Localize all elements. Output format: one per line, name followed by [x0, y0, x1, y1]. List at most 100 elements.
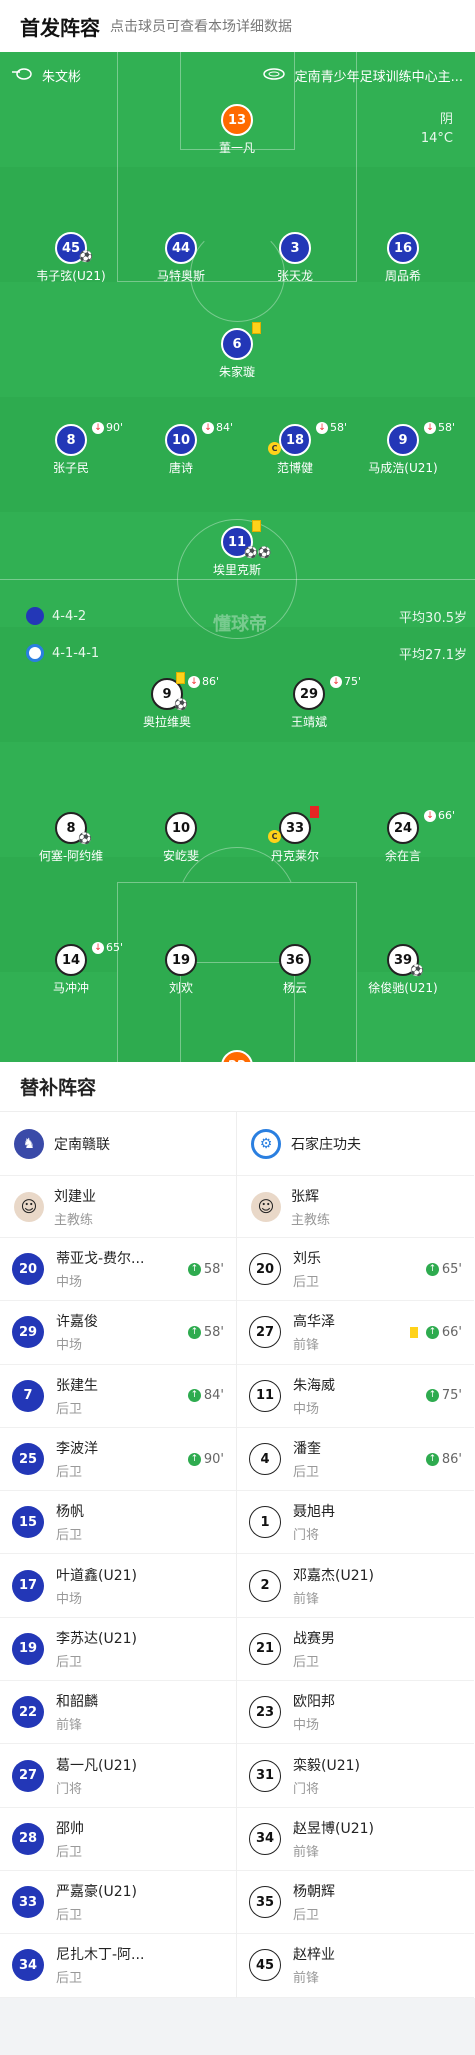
coach-row[interactable]: ☺ 刘建业 主教练 — [0, 1176, 236, 1238]
player-position: 前锋 — [293, 1338, 320, 1354]
stadium-icon — [262, 67, 285, 84]
player-name: 战赛男 — [293, 1630, 335, 1647]
player-home-9[interactable]: 9 ⚽ ↓ 86' 奥拉维奥 — [112, 672, 222, 730]
home-team-logo — [26, 644, 44, 662]
player-number: 10 — [165, 424, 197, 456]
player-name: 安屹斐 — [162, 849, 199, 863]
player-home-14[interactable]: 14 ↓ 65' 马冲冲 — [16, 941, 126, 996]
yellow-card-icon — [409, 1326, 418, 1338]
player-home-36[interactable]: 36 杨云 — [240, 944, 350, 996]
sub-out-icon: ↓ — [424, 421, 436, 434]
sub-out-minute: ↓ 75' — [330, 675, 361, 688]
bench-player-row[interactable]: 17 叶道鑫(U21) 中场 — [0, 1554, 236, 1618]
bench-player-row[interactable]: 21 战赛男 后卫 — [237, 1618, 474, 1682]
player-name: 聂旭冉 — [293, 1504, 335, 1521]
player-away-16[interactable]: 16 周品希 — [348, 232, 458, 284]
bench-player-row[interactable]: 15 杨帆 后卫 — [0, 1491, 236, 1555]
player-number: 22 — [12, 1696, 44, 1729]
bench-player-row[interactable]: 20 刘乐 后卫 ↑ 65' — [237, 1238, 474, 1302]
player-position: 后卫 — [56, 1971, 83, 1987]
sub-out-icon: ↓ — [202, 421, 214, 434]
player-away-3[interactable]: 3 张天龙 — [240, 232, 350, 284]
bench-player-row[interactable]: 28 邵帅 后卫 — [0, 1808, 236, 1871]
sub-out-minute: ↓ 86' — [188, 675, 219, 688]
player-home-29[interactable]: 29 ↓ 75' 王靖斌 — [254, 675, 364, 730]
bench-player-row[interactable]: 20 蒂亚戈-费尔... 中场 ↑ 58' — [0, 1238, 236, 1302]
player-away-10[interactable]: 10 ↓ 84' 唐诗 — [126, 421, 236, 476]
bench-title: 替补阵容 — [0, 1062, 475, 1112]
bench-player-row[interactable]: 25 李波洋 后卫 ↑ 90' — [0, 1428, 236, 1492]
bench-player-row[interactable]: 4 潘奎 后卫 ↑ 86' — [237, 1428, 474, 1492]
player-number: 22 — [221, 1050, 253, 1062]
bench-player-row[interactable]: 2 邓嘉杰(U21) 前锋 — [237, 1554, 474, 1618]
bench-player-row[interactable]: 22 和韶麟 前锋 — [0, 1681, 236, 1745]
player-home-39[interactable]: 39 ⚽ 徐俊驰(U21) — [348, 944, 458, 996]
bench-player-row[interactable]: 19 李苏达(U21) 后卫 — [0, 1618, 236, 1682]
player-away-44[interactable]: 44 马特奥斯 — [126, 232, 236, 284]
player-number: 21 — [249, 1632, 281, 1665]
bench-player-row[interactable]: 29 许嘉俊 中场 ↑ 58' — [0, 1301, 236, 1365]
bench-team-header[interactable]: ⚙ 石家庄功夫 — [237, 1112, 474, 1176]
player-away-9[interactable]: 9 ↓ 58' 马成浩(U21) — [348, 421, 458, 476]
lineup-subtitle: 点击球员可查看本场详细数据 — [110, 19, 292, 35]
team-name: 石家庄功夫 — [291, 1136, 361, 1153]
player-name: 范博健 — [276, 461, 313, 475]
player-away-11[interactable]: 11 ⚽⚽ 埃里克斯 — [182, 520, 292, 578]
player-name: 叶道鑫(U21) — [56, 1567, 137, 1584]
team-logo-icon: ⚙ — [251, 1128, 281, 1159]
bench-player-row[interactable]: 11 朱海威 中场 ↑ 75' — [237, 1365, 474, 1428]
red-card-icon — [310, 806, 319, 818]
captain-icon: C — [268, 442, 281, 455]
bench-section: 替补阵容 ♞ 定南赣联 ☺ 刘建业 主教练 20 蒂亚戈-费尔... 中场 ↑ 58' 2… — [0, 1062, 475, 1998]
player-home-22[interactable]: 22 林翔 — [182, 1050, 292, 1062]
player-away-18[interactable]: 18 C ↓ 58' 范博健 — [240, 421, 350, 476]
player-home-24[interactable]: 24 ↓ 66' 余在言 — [348, 809, 458, 864]
player-home-19[interactable]: 19 刘欢 — [126, 944, 236, 996]
bench-player-row[interactable]: 23 欧阳邦 中场 — [237, 1681, 474, 1745]
player-number: 19 — [165, 944, 197, 976]
bench-player-row[interactable]: 33 严嘉豪(U21) 后卫 — [0, 1871, 236, 1935]
sub-out-icon: ↓ — [92, 421, 104, 434]
player-home-33[interactable]: 33 C 丹克莱尔 — [240, 806, 350, 864]
bench-player-row[interactable]: 31 栾毅(U21) 门将 — [237, 1744, 474, 1808]
bench-player-row[interactable]: 27 葛一凡(U21) 门将 — [0, 1744, 236, 1808]
player-number: 33 — [279, 812, 311, 844]
player-name: 蒂亚戈-费尔... — [56, 1251, 145, 1268]
bench-player-row[interactable]: 35 杨朝辉 后卫 — [237, 1871, 474, 1935]
sub-in-minute: ↑ 90' — [187, 1452, 224, 1467]
player-away-13[interactable]: 13 董一凡 — [182, 104, 292, 156]
player-away-45[interactable]: 45 ⚽ 韦子弦(U21) — [16, 232, 126, 284]
away-avg-age: 平均30.5岁 — [399, 611, 467, 626]
captain-icon: C — [268, 830, 281, 843]
bench-team-header[interactable]: ♞ 定南赣联 — [0, 1112, 236, 1176]
player-home-8[interactable]: 8 ⚽ 何塞-阿约维 — [16, 812, 126, 864]
player-name: 刘欢 — [168, 981, 193, 995]
player-away-6[interactable]: 6 朱家璇 — [182, 322, 292, 380]
bench-player-row[interactable]: 7 张建生 后卫 ↑ 84' — [0, 1365, 236, 1428]
venue-name: 定南青少年足球训练中心主... — [294, 70, 463, 85]
sub-in-minute: ↑ 84' — [187, 1388, 224, 1403]
bench-player-row[interactable]: 1 聂旭冉 门将 — [237, 1491, 474, 1555]
player-home-10[interactable]: 10 安屹斐 — [126, 812, 236, 864]
coach-name: 张辉 — [291, 1188, 319, 1205]
yellow-card-icon — [252, 322, 261, 334]
bench-player-row[interactable]: 34 赵昱博(U21) 前锋 — [237, 1808, 474, 1871]
sub-out-icon: ↓ — [424, 809, 436, 822]
player-number: 9 — [387, 424, 419, 456]
player-position: 后卫 — [56, 1528, 83, 1544]
player-position: 门将 — [293, 1781, 320, 1797]
bench-player-row[interactable]: 34 尼扎木丁-阿... 后卫 — [0, 1934, 236, 1998]
sub-out-icon: ↓ — [188, 675, 200, 688]
ball-icon: ⚽ — [78, 832, 92, 845]
player-number: 35 — [249, 1886, 281, 1919]
bench-player-row[interactable]: 27 高华泽 前锋 ↑ 66' — [237, 1301, 474, 1365]
coach-row[interactable]: ☺ 张辉 主教练 — [237, 1176, 474, 1238]
player-position: 后卫 — [56, 1654, 83, 1670]
bench-player-row[interactable]: 45 赵梓业 前锋 — [237, 1934, 474, 1998]
player-number: 20 — [249, 1253, 281, 1286]
pitch-brand-watermark: 懂球帝 — [213, 614, 267, 635]
sub-in-minute: ↑ 75' — [425, 1388, 462, 1403]
player-number: 23 — [249, 1696, 281, 1729]
player-away-8[interactable]: 8 ↓ 90' 张子民 — [16, 421, 126, 476]
player-position: 后卫 — [56, 1844, 83, 1860]
